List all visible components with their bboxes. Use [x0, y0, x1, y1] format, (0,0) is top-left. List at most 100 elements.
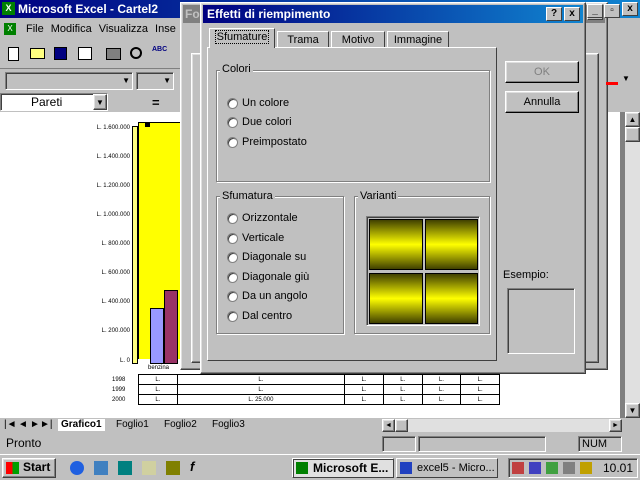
variant-swatch[interactable]: [369, 219, 423, 270]
quicklaunch-desktop-icon[interactable]: [118, 461, 132, 475]
variant-swatch[interactable]: [425, 273, 478, 324]
tab-immagine-label: Immagine: [393, 34, 443, 46]
variant-swatch[interactable]: [369, 273, 423, 324]
tray-icon[interactable]: [546, 462, 558, 474]
open-icon[interactable]: [30, 48, 45, 59]
size-combo[interactable]: ▼: [136, 72, 174, 90]
formula-equals[interactable]: =: [152, 95, 160, 110]
excel-restore-button[interactable]: ▫: [604, 4, 620, 18]
menu-inserisci[interactable]: Inse: [155, 23, 176, 35]
radio-circle[interactable]: [227, 212, 238, 224]
taskbar-excel-button[interactable]: Microsoft E...: [292, 458, 394, 478]
annulla-button[interactable]: Annulla: [505, 91, 579, 113]
wall-handle[interactable]: [145, 122, 150, 127]
y-tick: L. 1.200.000: [96, 183, 130, 189]
menu-file[interactable]: File: [26, 23, 44, 35]
tab-immagine[interactable]: Immagine: [387, 31, 449, 48]
radio-orizzontale[interactable]: Orizzontale: [227, 211, 298, 225]
tab-nav-first[interactable]: |◄: [4, 419, 17, 431]
start-button[interactable]: Start: [2, 458, 56, 478]
tab-nav-next[interactable]: ►: [30, 419, 40, 431]
scroll-thumb[interactable]: [625, 127, 640, 142]
radio-circle[interactable]: [227, 290, 238, 302]
menu-visualizza[interactable]: Visualizza: [99, 23, 148, 35]
radio-preimpostato[interactable]: Preimpostato: [227, 135, 307, 149]
scroll-right-button[interactable]: ►: [609, 419, 622, 432]
print-icon[interactable]: [106, 48, 121, 60]
colori-label: Colori: [220, 63, 253, 75]
sheet-tab-foglio2[interactable]: Foglio2: [164, 419, 197, 431]
radio-diagonale-giu[interactable]: Diagonale giù: [227, 270, 309, 284]
y-tick: L. 1.600.000: [96, 125, 130, 131]
font-color-icon[interactable]: [606, 82, 618, 85]
radio-circle[interactable]: [227, 271, 238, 283]
taskbar-word-button[interactable]: excel5 - Micro...: [396, 458, 498, 478]
hscroll-thumb[interactable]: [395, 419, 408, 432]
radio-circle[interactable]: [227, 136, 238, 148]
radio-dal-centro[interactable]: Dal centro: [227, 309, 292, 323]
radio-un-colore[interactable]: Un colore: [227, 96, 289, 110]
radio-due-colori[interactable]: Due colori: [227, 115, 292, 129]
dialog-close-button[interactable]: x: [564, 7, 580, 21]
tray-icon[interactable]: [529, 462, 541, 474]
vertical-scrollbar[interactable]: ▲ ▼: [625, 112, 640, 418]
quicklaunch-outlook-icon[interactable]: [94, 461, 108, 475]
tab-motivo-label: Motivo: [341, 34, 375, 46]
variant-swatch[interactable]: [425, 219, 478, 270]
sheet-tab-foglio1[interactable]: Foglio1: [116, 419, 149, 431]
print-preview-icon[interactable]: [78, 47, 92, 60]
quicklaunch-app-icon[interactable]: [166, 461, 180, 475]
tab-trama[interactable]: Trama: [277, 31, 329, 48]
windows-logo-icon: [6, 462, 19, 474]
workbook-icon[interactable]: X: [4, 23, 16, 35]
tray-icon[interactable]: [512, 462, 524, 474]
tab-motivo[interactable]: Motivo: [331, 31, 385, 48]
quicklaunch-font-icon[interactable]: f: [190, 459, 194, 474]
ok-button[interactable]: OK: [505, 61, 579, 83]
name-box[interactable]: Pareti ▼: [0, 93, 108, 111]
help-button[interactable]: ?: [546, 7, 562, 21]
radio-label: Un colore: [242, 97, 290, 109]
radio-circle[interactable]: [227, 232, 238, 244]
search-icon[interactable]: [130, 47, 142, 59]
esempio-preview: [507, 288, 575, 354]
new-icon[interactable]: [8, 47, 19, 61]
save-icon[interactable]: [54, 47, 67, 60]
tab-sfumature[interactable]: Sfumature: [209, 28, 275, 48]
clock[interactable]: 10.01: [603, 461, 633, 475]
standard-toolbar: ABC: [0, 42, 185, 66]
spelling-icon[interactable]: ABC: [152, 46, 167, 53]
chevron-down-icon[interactable]: ▼: [622, 74, 630, 83]
sheet-tab-grafico1[interactable]: Grafico1: [58, 419, 105, 431]
excel-close-button[interactable]: x: [622, 2, 638, 16]
scroll-down-button[interactable]: ▼: [625, 403, 640, 418]
radio-circle[interactable]: [227, 251, 238, 263]
tray-icon[interactable]: [580, 462, 592, 474]
horizontal-scrollbar[interactable]: ◄ ►: [382, 419, 622, 432]
table-cell: L.: [344, 384, 384, 395]
radio-da-un-angolo[interactable]: Da un angolo: [227, 289, 307, 303]
excel-minimize-button[interactable]: _: [587, 4, 603, 18]
radio-verticale[interactable]: Verticale: [227, 231, 284, 245]
radio-circle[interactable]: [227, 310, 238, 322]
chart-bar[interactable]: [164, 290, 178, 364]
radio-circle[interactable]: [227, 116, 238, 128]
scroll-left-button[interactable]: ◄: [382, 419, 395, 432]
annulla-button-label: Annulla: [523, 96, 561, 108]
name-box-dropdown[interactable]: ▼: [93, 94, 107, 110]
radio-diagonale-su[interactable]: Diagonale su: [227, 250, 306, 264]
chart[interactable]: L. 1.600.000 L. 1.400.000 L. 1.200.000 L…: [60, 118, 200, 371]
chart-bar[interactable]: [150, 308, 164, 364]
quicklaunch-ie-icon[interactable]: [70, 461, 84, 475]
sheet-tab-foglio3[interactable]: Foglio3: [212, 419, 245, 431]
scroll-up-button[interactable]: ▲: [625, 112, 640, 127]
font-combo[interactable]: ▼: [5, 72, 133, 90]
row-label: 2000: [112, 396, 126, 403]
tab-nav-prev[interactable]: ◄: [18, 419, 28, 431]
quicklaunch-channels-icon[interactable]: [142, 461, 156, 475]
excel-app-icon[interactable]: X: [2, 2, 15, 15]
speaker-icon[interactable]: [563, 462, 575, 474]
tab-nav-last[interactable]: ►|: [40, 419, 53, 431]
menu-modifica[interactable]: Modifica: [51, 23, 92, 35]
radio-circle[interactable]: [227, 97, 238, 109]
